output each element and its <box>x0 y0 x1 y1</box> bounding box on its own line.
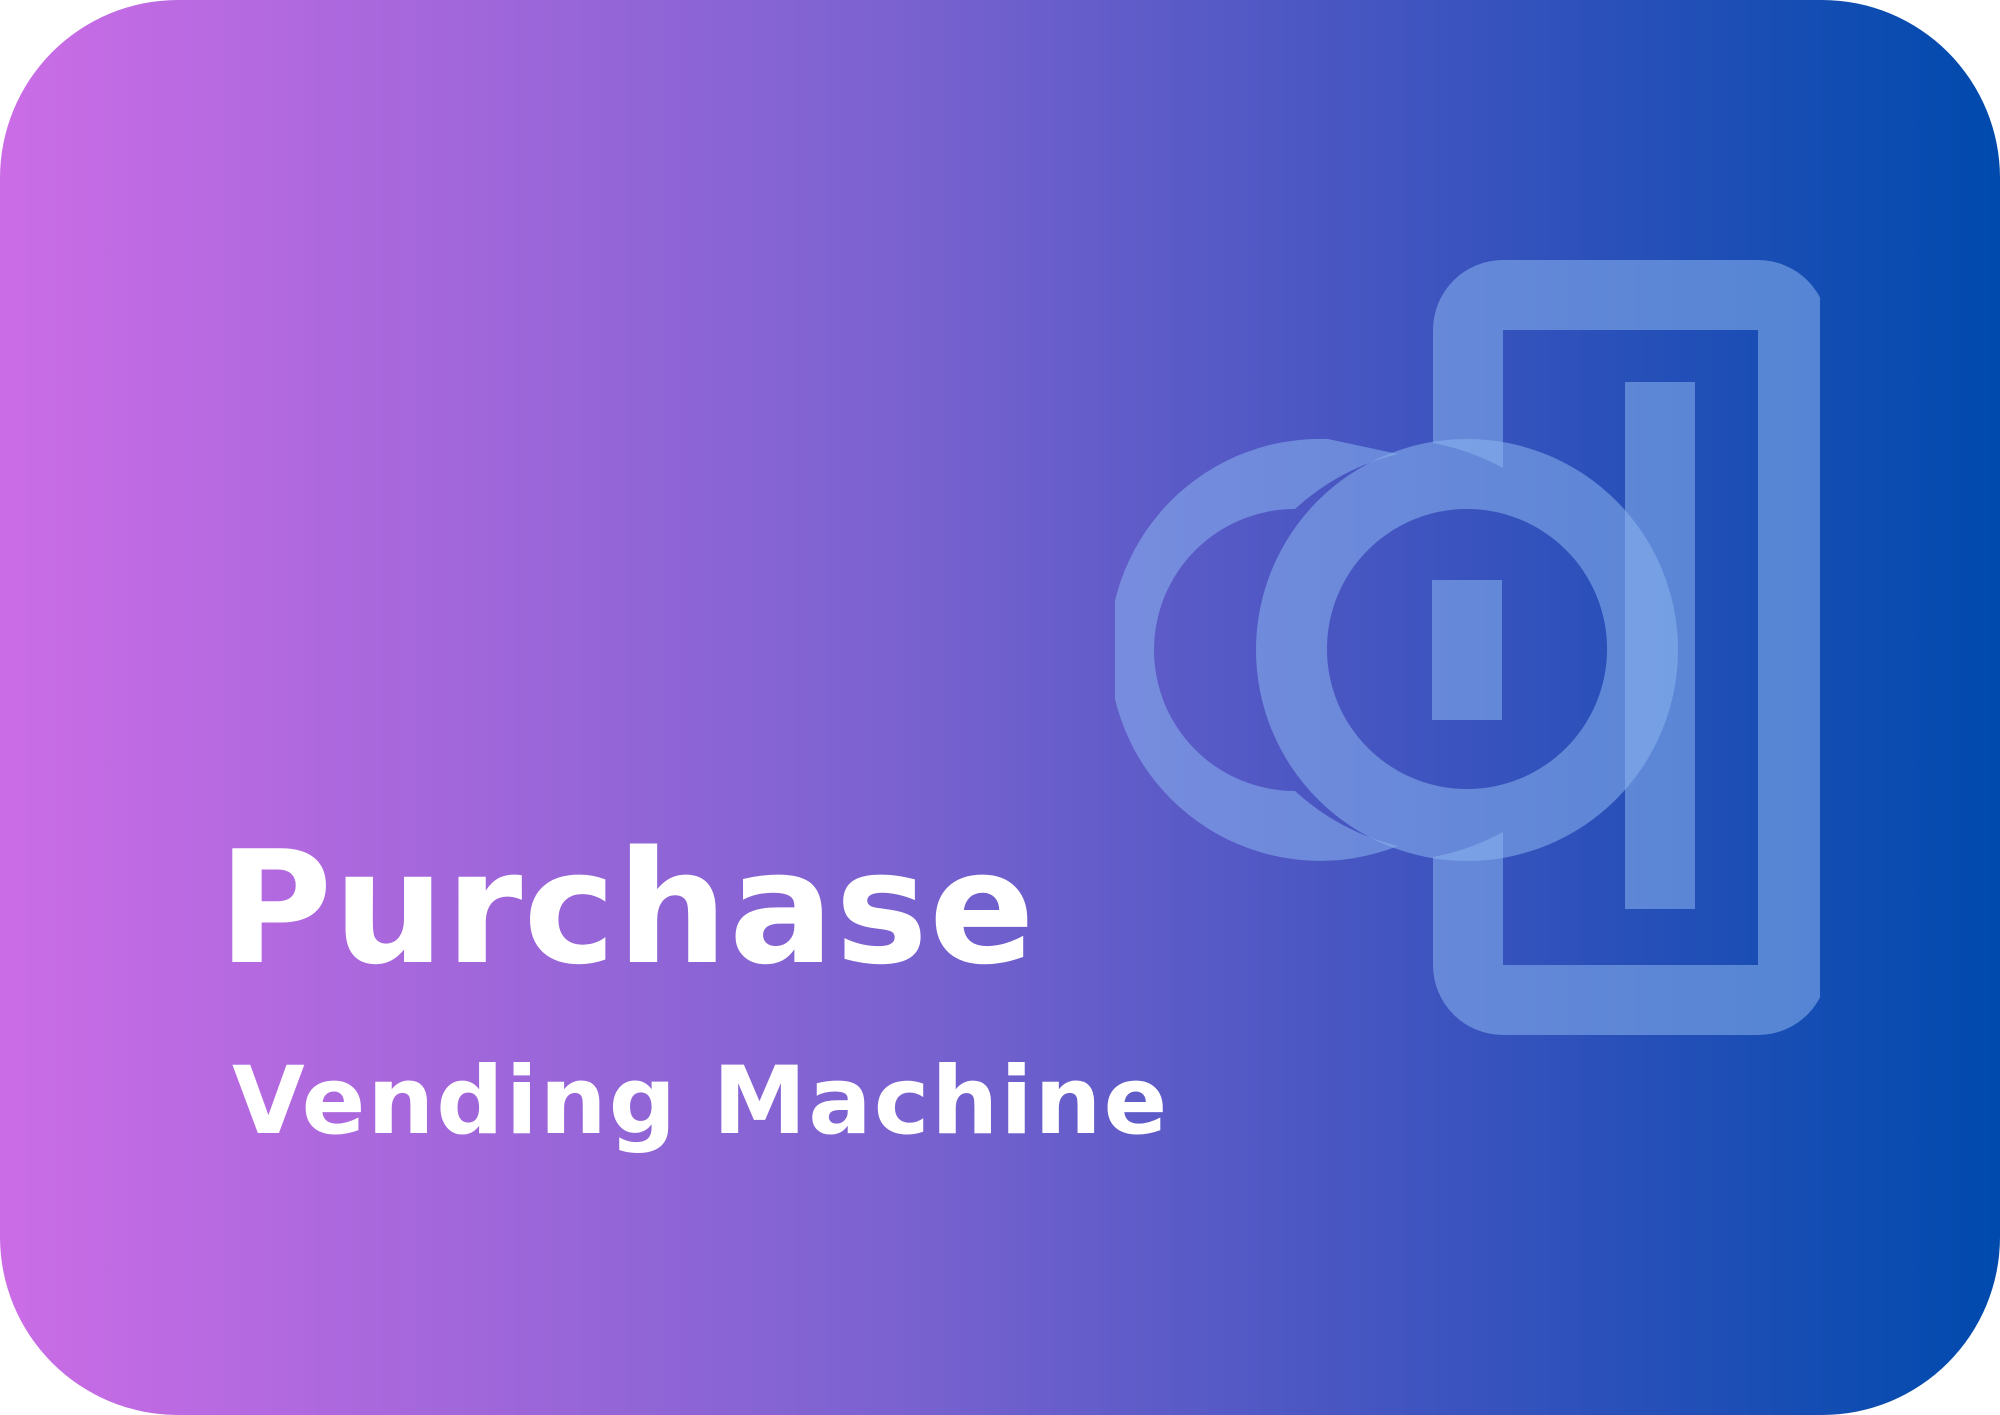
card-subtitle: Vending Machine <box>232 1047 1170 1156</box>
coin-insert-vending-icon <box>1115 260 1820 1035</box>
card-title: Purchase <box>218 817 1036 999</box>
vending-machine-purchase-card[interactable]: Purchase Vending Machine <box>0 0 2000 1415</box>
